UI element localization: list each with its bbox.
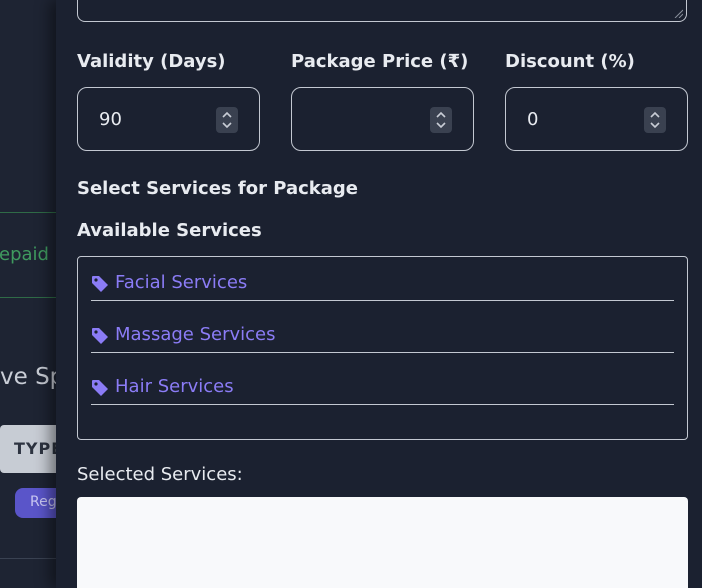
background-page: epaid ve Sp TYPE Reg <box>0 0 65 588</box>
service-item-facial[interactable]: Facial Services <box>91 257 674 301</box>
validity-spinner[interactable] <box>216 107 238 133</box>
row-divider <box>0 558 56 559</box>
app-root: epaid ve Sp TYPE Reg Validity (Days) 90 <box>0 0 702 588</box>
discount-input[interactable]: 0 <box>505 87 688 151</box>
service-item-massage[interactable]: Massage Services <box>91 309 674 353</box>
service-item-hair[interactable]: Hair Services <box>91 361 674 405</box>
price-spinner[interactable] <box>430 107 452 133</box>
service-label: Facial Services <box>115 272 248 293</box>
price-input[interactable] <box>291 87 474 151</box>
spinner-arrows-icon <box>650 111 660 129</box>
tag-icon <box>92 380 108 396</box>
spinner-arrows-icon <box>436 111 446 129</box>
row-divider <box>0 297 56 298</box>
validity-value: 90 <box>99 109 122 130</box>
validity-label: Validity (Days) <box>77 51 226 72</box>
available-services-list: Facial Services Massage Services Hair Se… <box>77 256 688 440</box>
selected-services-list[interactable] <box>77 497 688 588</box>
price-label: Package Price (₹) <box>291 51 469 72</box>
type-badge-label: Reg <box>30 494 57 510</box>
service-label: Hair Services <box>115 376 234 397</box>
service-label: Massage Services <box>115 324 276 345</box>
resize-grip-icon[interactable] <box>673 8 683 18</box>
tag-icon <box>92 276 108 292</box>
selected-services-title: Selected Services: <box>77 464 243 485</box>
discount-label: Discount (%) <box>505 51 635 72</box>
validity-input[interactable]: 90 <box>77 87 260 151</box>
package-form-panel: Validity (Days) 90 Package Price (₹) Dis… <box>56 0 702 588</box>
discount-spinner[interactable] <box>644 107 666 133</box>
tag-icon <box>92 328 108 344</box>
spinner-arrows-icon <box>222 111 232 129</box>
available-services-title: Available Services <box>77 220 262 241</box>
discount-value: 0 <box>527 109 539 130</box>
select-services-title: Select Services for Package <box>77 178 358 199</box>
row-divider <box>0 212 56 213</box>
section-heading-fragment: ve Sp <box>0 364 65 390</box>
description-textarea[interactable] <box>77 0 687 22</box>
payment-status-text: epaid <box>0 244 49 265</box>
